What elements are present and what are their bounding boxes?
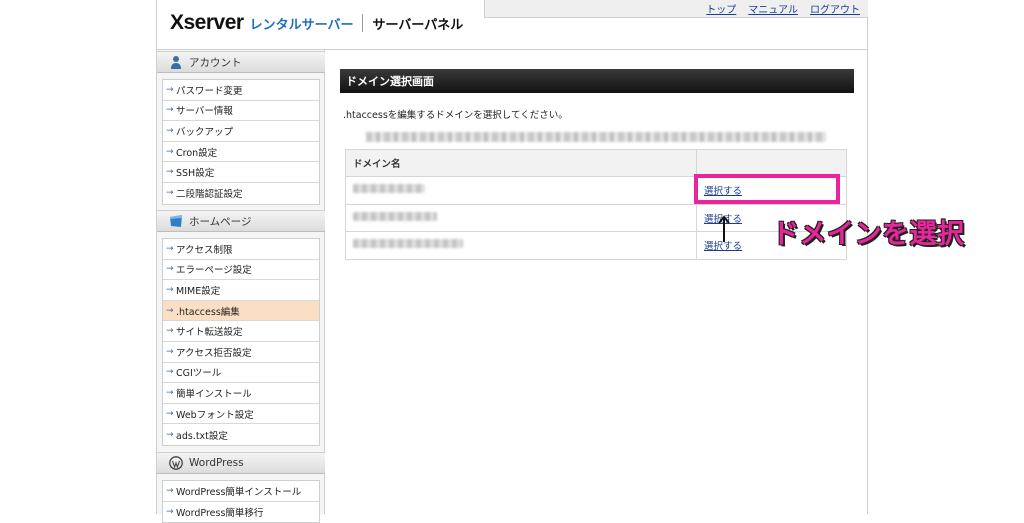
- blurred-path: [366, 132, 826, 142]
- annotation-label: ドメインを選択: [772, 219, 965, 250]
- arrow-icon: →: [166, 387, 174, 398]
- sidebar-item-access-deny[interactable]: → アクセス拒否設定: [163, 341, 319, 363]
- arrow-icon: →: [166, 305, 174, 316]
- nav-top-link[interactable]: トップ: [706, 1, 736, 16]
- logo-separator: [362, 14, 364, 32]
- arrow-icon: →: [166, 188, 174, 199]
- arrow-icon: →: [166, 485, 174, 496]
- nav-logout-link[interactable]: ログアウト: [810, 1, 860, 16]
- arrow-icon: →: [166, 429, 174, 440]
- sidebar-item-htaccess[interactable]: → .htaccess編集: [163, 300, 319, 322]
- domain-column-header: ドメイン名: [345, 149, 697, 177]
- arrow-icon: →: [166, 125, 174, 136]
- main-content: ドメイン選択画面 .htaccessを編集するドメインを選択してください。 ドメ…: [340, 69, 854, 260]
- wordpress-menu: → WordPress簡単インストール → WordPress簡単移行: [162, 480, 320, 523]
- action-column-header: [696, 149, 847, 177]
- nav-manual-link[interactable]: マニュアル: [748, 1, 798, 16]
- domain-cell: [345, 203, 697, 232]
- sidebar: アカウント → パスワード変更 → サーバー情報 → バックアップ → Cron設定 →…: [157, 50, 325, 523]
- sidebar-section-account: アカウント: [157, 51, 325, 73]
- arrow-icon: →: [166, 84, 174, 95]
- homepage-menu: → アクセス制限 → エラーページ設定 → MIME設定 → .htaccess編集 →…: [162, 238, 320, 446]
- blurred-domain: [353, 239, 463, 249]
- arrow-icon: →: [166, 146, 174, 157]
- logo-rental: レンタルサーバー: [249, 17, 354, 33]
- sidebar-item-easy-install[interactable]: → 簡単インストール: [163, 383, 319, 404]
- table-header-row: ドメイン名: [345, 149, 847, 177]
- account-menu: → パスワード変更 → サーバー情報 → バックアップ → Cron設定 → SSH設定 …: [162, 79, 320, 205]
- sidebar-item-site-redirect[interactable]: → サイト転送設定: [163, 321, 319, 342]
- sidebar-section-homepage: ホームページ: [157, 210, 325, 232]
- sidebar-item-wp-migrate[interactable]: → WordPress簡単移行: [163, 501, 319, 523]
- sidebar-item-cron[interactable]: → Cron設定: [163, 141, 319, 163]
- arrow-icon: →: [166, 408, 174, 419]
- sidebar-item-wp-install[interactable]: → WordPress簡単インストール: [163, 481, 319, 502]
- user-icon: [171, 56, 181, 69]
- sidebar-item-cgi-tools[interactable]: → CGIツール: [163, 362, 319, 384]
- sidebar-section-title: ホームページ: [189, 215, 252, 228]
- arrow-icon: →: [166, 167, 174, 178]
- homepage-icon: [170, 215, 182, 227]
- arrow-icon: →: [166, 346, 174, 357]
- sidebar-item-ssh[interactable]: → SSH設定: [163, 162, 319, 183]
- wordpress-icon: [169, 456, 183, 470]
- sidebar-item-password[interactable]: → パスワード変更: [163, 80, 319, 101]
- sidebar-item-backup[interactable]: → バックアップ: [163, 121, 319, 142]
- blurred-domain: [353, 211, 437, 221]
- sidebar-item-server-info[interactable]: → サーバー情報: [163, 100, 319, 122]
- sidebar-item-mime[interactable]: → MIME設定: [163, 280, 319, 301]
- top-nav: トップ マニュアル ログアウト: [484, 0, 868, 18]
- logo-xserver: Xserver: [170, 11, 244, 34]
- domain-cell: [345, 176, 697, 205]
- sidebar-section-title: WordPress: [189, 457, 244, 469]
- logo[interactable]: Xserver レンタルサーバー サーバーパネル: [170, 8, 463, 38]
- sidebar-item-error-page[interactable]: → エラーページ設定: [163, 259, 319, 281]
- arrow-up-icon: [718, 215, 730, 242]
- arrow-icon: →: [166, 284, 174, 295]
- sidebar-item-web-font[interactable]: → Webフォント設定: [163, 403, 319, 425]
- sidebar-item-access-limit[interactable]: → アクセス制限: [163, 239, 319, 260]
- domain-cell: [345, 231, 697, 260]
- sidebar-item-ads-txt[interactable]: → ads.txt設定: [163, 424, 319, 445]
- sidebar-item-2fa[interactable]: → 二段階認証設定: [163, 182, 319, 204]
- sidebar-section-wordpress: WordPress: [157, 452, 325, 474]
- logo-panel: サーバーパネル: [372, 17, 464, 33]
- arrow-icon: →: [166, 264, 174, 275]
- arrow-icon: →: [166, 326, 174, 337]
- arrow-icon: →: [166, 243, 174, 254]
- arrow-icon: →: [166, 367, 174, 378]
- highlight-box: [694, 174, 840, 204]
- arrow-icon: →: [166, 105, 174, 116]
- page-title: ドメイン選択画面: [340, 69, 854, 93]
- instruction-text: .htaccessを編集するドメインを選択してください。: [343, 110, 568, 121]
- blurred-domain: [353, 184, 425, 194]
- sidebar-section-title: アカウント: [189, 56, 242, 69]
- arrow-icon: →: [166, 506, 174, 517]
